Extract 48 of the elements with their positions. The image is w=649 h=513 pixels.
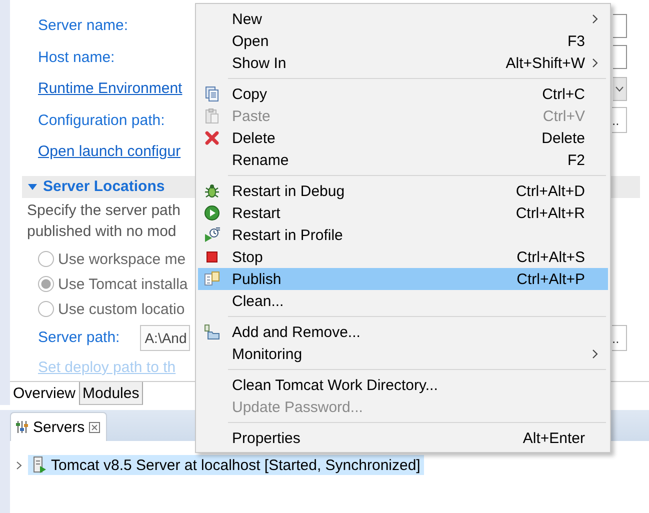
view-tab[interactable]: Servers (10, 412, 107, 441)
menu-item[interactable]: Publish Ctrl+Alt+P (198, 268, 608, 290)
menu-item[interactable]: Copy Ctrl+C (198, 83, 608, 105)
menu-item[interactable]: Clean... (198, 290, 608, 312)
server-icon (32, 456, 48, 474)
clipboard-icon (204, 108, 220, 124)
menu-item[interactable]: New (198, 8, 608, 30)
link[interactable]: Open launch configur (38, 143, 181, 160)
section-title: Server Locations (43, 178, 165, 195)
menu-item[interactable]: Monitoring (198, 343, 608, 365)
servers-icon (15, 420, 29, 434)
menu-item[interactable]: Add and Remove... (198, 321, 608, 343)
menu-item[interactable]: Open F3 (198, 30, 608, 52)
menu-item[interactable]: Clean Tomcat Work Directory... (198, 374, 608, 396)
menu-item[interactable]: Show In Alt+Shift+W (198, 52, 608, 74)
menu-item[interactable]: Rename F2 (198, 149, 608, 171)
stop-icon (204, 249, 220, 265)
description-text: published with no mod (27, 222, 176, 242)
menu-item[interactable]: Stop Ctrl+Alt+S (198, 246, 608, 268)
menu-item[interactable]: Restart Ctrl+Alt+R (198, 202, 608, 224)
description-text: Specify the server path (27, 200, 180, 220)
input-field[interactable] (613, 14, 627, 38)
close-icon[interactable] (88, 422, 100, 432)
input-field[interactable] (613, 45, 627, 70)
field-label: Server name: (38, 17, 128, 34)
tab[interactable]: Modules (80, 382, 144, 405)
document-icon (204, 86, 220, 102)
play-icon (204, 205, 220, 221)
bug-icon (204, 183, 220, 199)
expand-triangle-icon[interactable] (28, 184, 37, 190)
field-label: Configuration path: (38, 112, 165, 129)
browse-button[interactable]: .. (612, 324, 627, 350)
link[interactable]: Runtime Environment (38, 80, 182, 98)
browse-button[interactable]: .. (612, 107, 627, 134)
input-field[interactable]: A:\And (140, 324, 190, 350)
chevron-down-icon (615, 86, 624, 92)
dropdown[interactable] (613, 76, 627, 101)
field-label: Host name: (38, 48, 115, 66)
publish-icon (204, 271, 220, 287)
tree-item[interactable]: Tomcat v8.5 Server at localhost [Started, Synchronized] (28, 455, 424, 475)
folder-icon (204, 324, 220, 340)
menu-item[interactable]: Restart in Profile (198, 224, 608, 246)
close-icon (204, 130, 220, 146)
menu-item[interactable]: Restart in Debug Ctrl+Alt+D (198, 180, 608, 202)
menu-item[interactable]: Properties Alt+Enter (198, 427, 608, 449)
profile-icon (204, 227, 220, 243)
field-label: Server path: (38, 329, 120, 346)
menu-item[interactable]: Delete Delete (198, 127, 608, 149)
